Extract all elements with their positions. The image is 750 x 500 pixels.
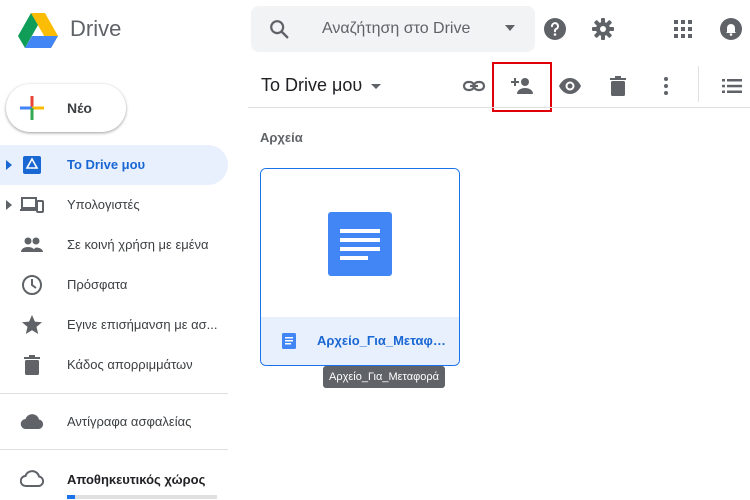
search-icon[interactable] <box>268 18 290 40</box>
sidebar-item-label: Πρόσφατα <box>67 277 128 292</box>
clock-icon <box>22 275 42 295</box>
sidebar-item-label: Εγινε επισήμανση με ασ... <box>67 317 218 332</box>
more-vert-icon[interactable] <box>654 74 678 98</box>
preview-eye-icon[interactable] <box>558 74 582 98</box>
delete-icon[interactable] <box>606 74 630 98</box>
expand-arrow-icon[interactable] <box>5 160 13 170</box>
toolbar-divider <box>248 107 750 108</box>
shared-people-icon <box>21 237 43 252</box>
file-name-tooltip: Αρχείο_Για_Μεταφορά <box>323 366 445 388</box>
computers-icon <box>20 197 44 213</box>
help-icon[interactable] <box>543 17 567 41</box>
app-header: Drive Αναζήτηση στο Drive <box>0 0 750 60</box>
trash-icon <box>24 355 40 375</box>
cloud-icon <box>20 414 44 430</box>
section-heading-files: Αρχεία <box>260 130 303 145</box>
cloud-outline-icon <box>20 470 44 487</box>
toolbar-separator <box>698 66 699 102</box>
sidebar-item-label: Το Drive μου <box>67 157 146 172</box>
search-input[interactable]: Αναζήτηση στο Drive <box>322 20 470 38</box>
file-card[interactable]: Αρχείο_Για_Μεταφορά <box>260 168 460 366</box>
storage-progress-bar <box>67 495 217 499</box>
google-doc-icon <box>282 333 296 349</box>
file-thumbnail[interactable] <box>261 169 459 317</box>
sidebar-divider <box>0 393 228 394</box>
my-drive-icon <box>23 156 41 174</box>
chevron-down-icon[interactable] <box>368 78 384 94</box>
share-button-highlight <box>492 62 552 112</box>
sidebar-item-label: Αντίγραφα ασφαλείας <box>67 414 192 429</box>
sidebar-item-label: Σε κοινή χρήση με εμένα <box>67 237 209 252</box>
drive-logo-icon[interactable] <box>18 12 58 48</box>
star-icon <box>22 315 42 334</box>
app-name[interactable]: Drive <box>70 16 121 42</box>
sidebar-item-label: Αποθηκευτικός χώρος <box>67 472 206 487</box>
google-doc-icon <box>328 212 392 276</box>
plus-icon <box>20 96 44 120</box>
sidebar-item-label: Κάδος απορριμμάτων <box>67 357 193 372</box>
get-link-icon[interactable] <box>462 74 486 98</box>
notifications-icon[interactable] <box>719 17 743 41</box>
breadcrumb-my-drive[interactable]: Το Drive μου <box>261 75 362 96</box>
list-view-icon[interactable] <box>720 74 744 98</box>
new-button-label: Νέο <box>67 100 92 116</box>
file-card-footer[interactable]: Αρχείο_Για_Μεταφορά <box>261 317 459 365</box>
apps-grid-icon[interactable] <box>671 17 695 41</box>
file-name[interactable]: Αρχείο_Για_Μεταφορά <box>317 333 449 348</box>
settings-icon[interactable] <box>591 17 615 41</box>
search-options-caret-icon[interactable] <box>502 20 518 36</box>
sidebar-item-label: Υπολογιστές <box>67 197 140 212</box>
sidebar-divider <box>0 449 228 450</box>
